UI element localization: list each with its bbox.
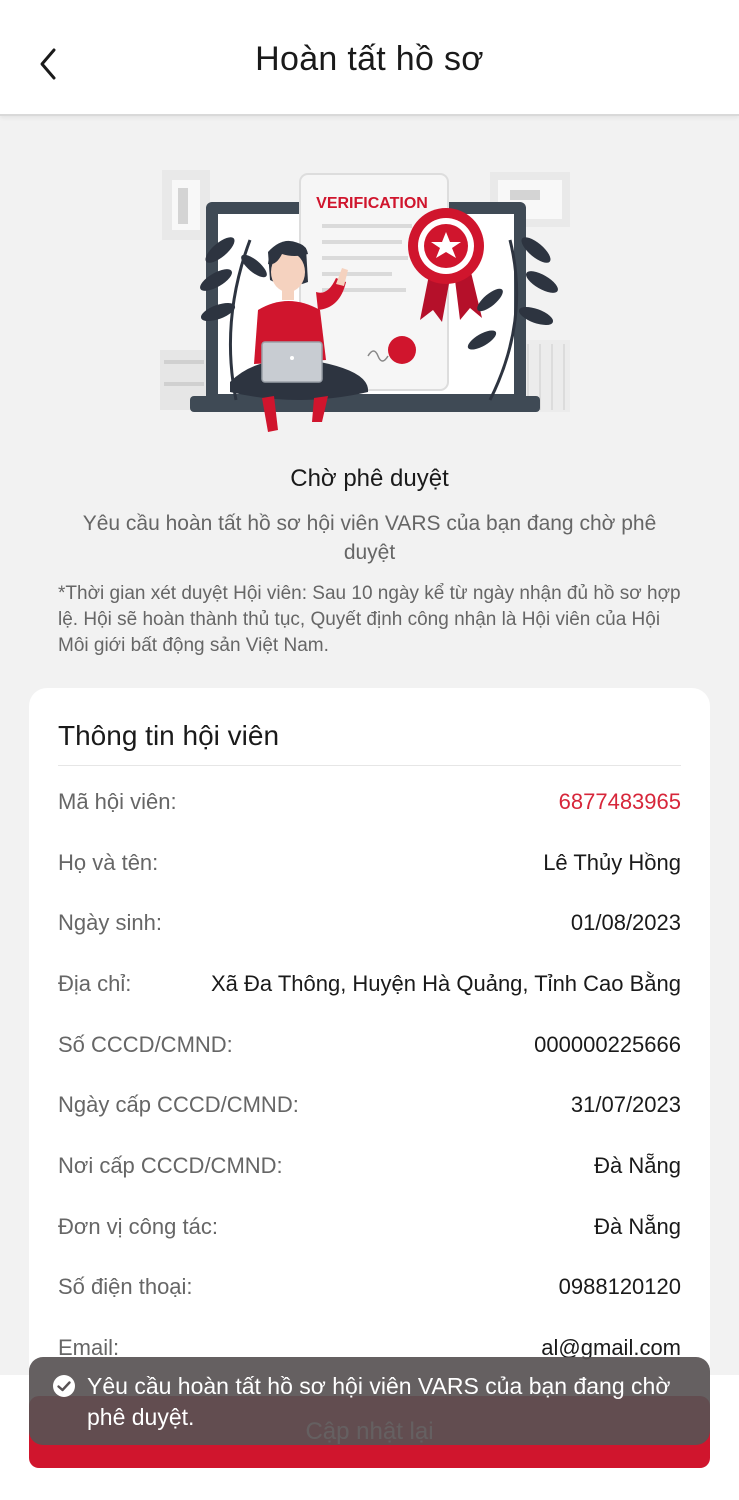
info-value: 000000225666: [534, 1032, 681, 1057]
info-row-member-id: Mã hội viên: 6877483965: [58, 789, 681, 823]
info-row-id-number: Số CCCD/CMND: 000000225666: [58, 1032, 681, 1066]
info-row-birthdate: Ngày sinh: 01/08/2023: [58, 910, 681, 944]
info-value: Đà Nẵng: [594, 1214, 681, 1239]
divider: [58, 765, 681, 766]
info-value: 01/08/2023: [570, 910, 681, 935]
info-row-id-issue-date: Ngày cấp CCCD/CMND: 31/07/2023: [58, 1092, 681, 1126]
info-value: 0988120120: [558, 1274, 681, 1299]
info-value: Lê Thủy Hồng: [543, 850, 681, 875]
info-row-id-issue-place: Nơi cấp CCCD/CMND: Đà Nẵng: [58, 1153, 681, 1187]
check-circle-icon: [53, 1375, 75, 1397]
toast-notification: Yêu cầu hoàn tất hồ sơ hội viên VARS của…: [29, 1357, 710, 1445]
info-value: Đà Nẵng: [594, 1153, 681, 1178]
info-label: Ngày cấp CCCD/CMND:: [58, 1092, 299, 1117]
info-row-address: Địa chỉ: Xã Đa Thông, Huyện Hà Quảng, Tỉ…: [58, 971, 681, 1005]
info-label: Số điện thoại:: [58, 1274, 193, 1299]
info-label: Nơi cấp CCCD/CMND:: [58, 1153, 283, 1178]
status-description: Yêu cầu hoàn tất hồ sơ hội viên VARS của…: [82, 512, 657, 564]
verification-badge-text: VERIFICATION: [316, 195, 428, 212]
status-title: Chờ phê duyệt: [290, 465, 449, 492]
toast-message: Yêu cầu hoàn tất hồ sơ hội viên VARS của…: [87, 1373, 671, 1430]
info-label: Họ và tên:: [58, 850, 159, 875]
info-value: 31/07/2023: [570, 1092, 681, 1117]
verification-illustration: VERIFICATION: [160, 170, 570, 432]
info-label: Số CCCD/CMND:: [58, 1032, 233, 1057]
info-label: Địa chỉ:: [58, 971, 132, 996]
member-info-card: Thông tin hội viên Mã hội viên: 68774839…: [29, 688, 710, 1448]
page-title: Hoàn tất hồ sơ: [255, 40, 484, 78]
member-info-title: Thông tin hội viên: [58, 720, 280, 751]
review-time-note: *Thời gian xét duyệt Hội viên: Sau 10 ng…: [58, 583, 681, 656]
info-label: Ngày sinh:: [58, 910, 162, 935]
info-label: Mã hội viên:: [58, 789, 177, 814]
app-header: Hoàn tất hồ sơ: [0, 0, 739, 116]
info-row-full-name: Họ và tên: Lê Thủy Hồng: [58, 850, 681, 884]
info-label: Đơn vị công tác:: [58, 1214, 218, 1239]
info-value: Xã Đa Thông, Huyện Hà Quảng, Tỉnh Cao Bằ…: [210, 971, 681, 996]
member-id-value: 6877483965: [558, 789, 681, 814]
info-row-workplace: Đơn vị công tác: Đà Nẵng: [58, 1214, 681, 1248]
info-row-phone: Số điện thoại: 0988120120: [58, 1274, 681, 1308]
